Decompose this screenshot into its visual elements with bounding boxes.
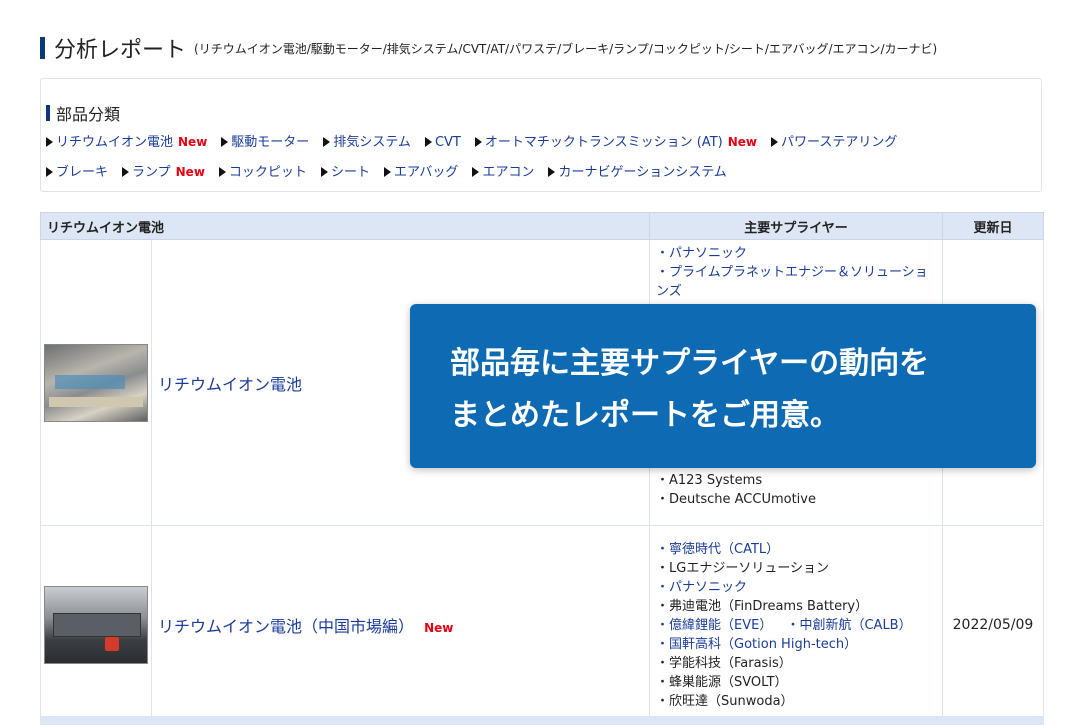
next-row-header-strip <box>40 716 1044 724</box>
supplier-text: ・欣旺達（Sunwoda） <box>656 693 794 709</box>
page-title-row: 分析レポート (リチウムイオン電池/駆動モーター/排気システム/CVT/AT/パ… <box>40 34 938 63</box>
promo-callout: 部品毎に主要サプライヤーの動向を まとめたレポートをご用意。 <box>410 304 1036 468</box>
category-link[interactable]: 排気システム <box>323 131 411 150</box>
supplier-link[interactable]: ・パナソニック <box>656 578 936 597</box>
triangle-bullet-icon <box>218 167 226 177</box>
callout-line-2: まとめたレポートをご用意。 <box>450 398 840 433</box>
supplier-text: ・LGエナジーソリューション <box>656 560 830 576</box>
part-name-cell: リチウムイオン電池（中国市場編） New <box>151 525 650 725</box>
category-box: 部品分類 リチウムイオン電池 New 駆動モーター 排気システム CVT オートマチックト… <box>40 78 1042 192</box>
category-link[interactable]: エアコン <box>472 161 534 180</box>
supplier-text: ・A123 Systems <box>656 473 763 488</box>
supplier-link[interactable]: ・パナソニック <box>656 244 936 263</box>
category-label: 駆動モーター <box>231 135 310 150</box>
category-label: オートマチックトランスミッション (AT) <box>484 135 723 150</box>
supplier-link[interactable]: ・プライムプラネットエナジー＆ソリューションズ <box>656 263 936 301</box>
category-label: シート <box>330 165 370 180</box>
category-label: カーナビゲーションシステム <box>558 165 727 180</box>
category-label: ランプ <box>132 165 171 180</box>
heading-accent-bar <box>46 105 50 121</box>
category-row-2: ブレーキ ランプ New コックピット シート エアバッグ エアコン カーナビゲーションシステ… <box>46 161 741 180</box>
supplier-link[interactable]: ・寧徳時代（CATL） <box>656 540 936 559</box>
table-header-row: リチウムイオン電池 主要サプライヤー 更新日 <box>40 212 1044 240</box>
header-updated: 更新日 <box>942 212 1044 240</box>
supplier-list: ・寧徳時代（CATL） ・LGエナジーソリューション ・パナソニック ・弗迪電池… <box>649 525 943 725</box>
supplier-text: ・学能科技（Farasis） <box>656 655 792 671</box>
triangle-bullet-icon <box>474 137 482 147</box>
new-badge: New <box>424 621 454 635</box>
triangle-bullet-icon <box>221 137 229 147</box>
triangle-bullet-icon <box>323 137 331 147</box>
page-subtitle: (リチウムイオン電池/駆動モーター/排気システム/CVT/AT/パワステ/ブレー… <box>194 41 938 56</box>
triangle-bullet-icon <box>424 137 432 147</box>
triangle-bullet-icon <box>548 167 556 177</box>
category-link[interactable]: コックピット <box>218 161 307 180</box>
battery-pack-photo-thumbnail[interactable] <box>44 586 148 664</box>
triangle-bullet-icon <box>472 167 480 177</box>
supplier-text: ・Deutsche ACCUmotive <box>656 492 816 507</box>
category-link[interactable]: シート <box>320 161 370 180</box>
category-heading-label: 部品分類 <box>56 105 121 124</box>
page-title: 分析レポート <box>54 38 187 63</box>
triangle-bullet-icon <box>320 167 328 177</box>
category-link[interactable]: リチウムイオン電池 New <box>46 131 207 150</box>
new-badge: New <box>178 135 208 149</box>
title-accent-bar <box>40 37 45 59</box>
table-row: リチウムイオン電池（中国市場編） New ・寧徳時代（CATL） ・LGエナジー… <box>40 525 1044 725</box>
triangle-bullet-icon <box>122 167 130 177</box>
parts-table: リチウムイオン電池 主要サプライヤー 更新日 リチウムイオン電池 ・パナソニック… <box>40 212 1044 725</box>
triangle-bullet-icon <box>383 167 391 177</box>
supplier-text: ・蜂巣能源（SVOLT） <box>656 674 788 690</box>
battery-photo-thumbnail[interactable] <box>44 343 148 422</box>
new-badge: New <box>175 165 205 179</box>
category-heading: 部品分類 <box>46 101 120 125</box>
category-link[interactable]: CVT <box>424 135 461 150</box>
category-label: エアバッグ <box>393 165 459 180</box>
supplier-link[interactable]: ・億緯鋰能（EVE） <box>656 618 772 633</box>
category-link[interactable]: ブレーキ <box>46 161 108 180</box>
category-label: 排気システム <box>333 135 411 150</box>
header-suppliers: 主要サプライヤー <box>649 212 943 240</box>
row-image-cell <box>40 525 152 725</box>
supplier-link[interactable]: ・国軒高科（Gotion High-tech） <box>656 635 936 654</box>
category-link[interactable]: 駆動モーター <box>221 131 309 150</box>
supplier-link[interactable]: ・中創新航（CALB） <box>786 618 911 633</box>
category-link[interactable]: カーナビゲーションシステム <box>548 161 727 180</box>
category-label: ブレーキ <box>56 165 109 180</box>
supplier-pair: ・億緯鋰能（EVE） ・中創新航（CALB） <box>656 616 936 635</box>
category-link[interactable]: パワーステアリング <box>770 131 898 150</box>
triangle-bullet-icon <box>46 137 53 147</box>
supplier-text: ・弗迪電池（FinDreams Battery） <box>656 598 869 614</box>
category-label: CVT <box>434 135 461 150</box>
category-label: エアコン <box>482 165 535 180</box>
part-name-link[interactable]: リチウムイオン電池（中国市場編） <box>158 617 414 636</box>
triangle-bullet-icon <box>46 167 53 177</box>
category-link[interactable]: オートマチックトランスミッション (AT) New <box>474 131 757 150</box>
update-date: 2022/05/09 <box>942 525 1044 725</box>
callout-line-1: 部品毎に主要サプライヤーの動向を <box>450 346 930 381</box>
category-label: リチウムイオン電池 <box>56 135 174 150</box>
triangle-bullet-icon <box>770 137 778 147</box>
category-link[interactable]: ランプ New <box>122 161 205 180</box>
category-link[interactable]: エアバッグ <box>383 161 459 180</box>
header-part: リチウムイオン電池 <box>40 212 650 240</box>
category-label: パワーステアリング <box>780 135 898 150</box>
row-image-cell <box>40 239 152 526</box>
new-badge: New <box>727 135 757 149</box>
category-row-1: リチウムイオン電池 New 駆動モーター 排気システム CVT オートマチックトランスミッ… <box>46 131 911 150</box>
category-label: コックピット <box>228 165 307 180</box>
